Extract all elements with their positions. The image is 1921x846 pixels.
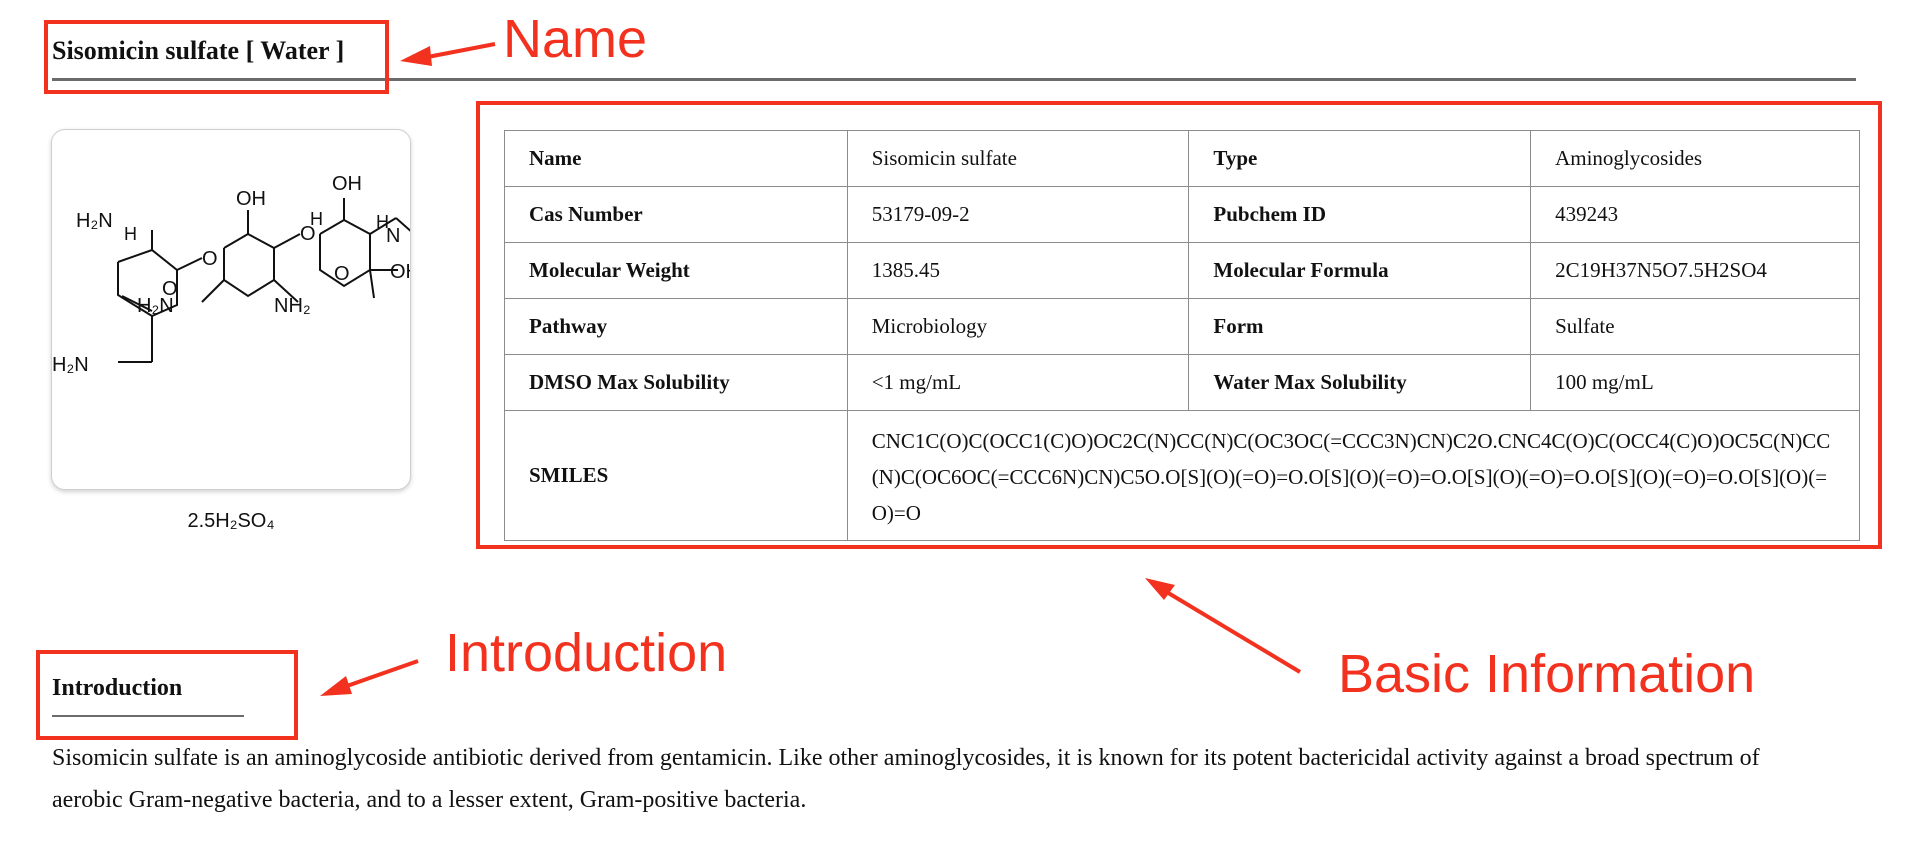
svg-text:O: O — [334, 263, 350, 285]
basic-info-arrow — [1153, 583, 1302, 674]
name-arrow — [411, 42, 496, 62]
svg-text:OH: OH — [236, 188, 266, 210]
introduction-annotation-box — [36, 650, 298, 740]
introduction-arrow — [329, 659, 419, 694]
svg-text:H: H — [124, 224, 137, 244]
introduction-text: Sisomicin sulfate is an aminoglycoside a… — [52, 745, 1760, 813]
salt-label: 2.5H₂SO₄ — [187, 510, 275, 532]
chemical-structure-drawing: H₂N H O O OH O H OH H N O OH H₂N NH₂ H₂N — [52, 173, 410, 376]
svg-text:H₂N: H₂N — [137, 295, 174, 317]
svg-text:H₂N: H₂N — [52, 354, 89, 376]
svg-text:OH: OH — [390, 261, 410, 283]
basic-info-annotation-box — [476, 101, 1882, 549]
introduction-annotation-label: Introduction — [445, 623, 728, 683]
svg-text:N: N — [386, 225, 400, 247]
svg-text:H₂N: H₂N — [76, 210, 113, 232]
svg-text:NH₂: NH₂ — [274, 295, 311, 317]
svg-text:O: O — [202, 248, 218, 270]
svg-text:OH: OH — [332, 173, 362, 195]
structure-card: H₂N H O O OH O H OH H N O OH H₂N NH₂ H₂N… — [51, 129, 411, 532]
svg-text:H: H — [310, 209, 323, 229]
basic-info-annotation-label: Basic Information — [1338, 644, 1756, 704]
name-annotation-box — [44, 20, 389, 94]
name-annotation-label: Name — [503, 9, 648, 69]
